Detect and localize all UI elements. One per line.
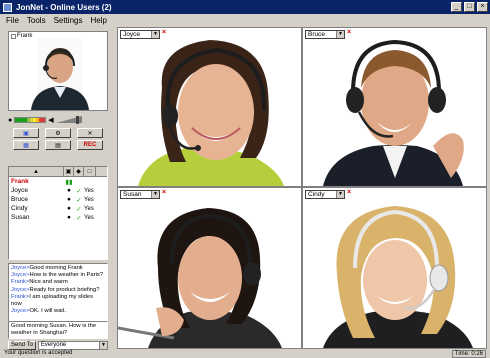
share-icon: ▦ [23,142,29,149]
chevron-down-icon: ▼ [151,31,159,38]
mic-level-meter [14,117,47,123]
video-cell-joyce[interactable]: Joyce ▼ × [118,28,301,186]
menu-tools[interactable]: Tools [27,16,46,25]
status-bar: Your question is accepted Time: 0:26 [0,350,490,358]
user-status: Yes [84,187,94,194]
microphone-icon[interactable]: ● [8,117,12,124]
video-cell-bruce[interactable]: Bruce ▼ × [303,28,486,186]
camera-button[interactable]: ▣ [13,128,39,138]
user-name: Frank [11,178,29,185]
minimize-button[interactable]: _ [451,2,462,12]
user-list-header: ▲ ▣ ◆ □ [9,167,107,177]
user-name: Joyce [11,187,28,194]
user-name: Bruce [11,196,28,203]
video-feed [118,188,301,348]
user-icon: ● [67,205,71,212]
video-cell-susan[interactable]: Susan ▼ × [118,188,301,348]
video-feed [303,188,486,348]
menu-file[interactable]: File [6,16,19,25]
video-cell-cindy[interactable]: Cindy ▼ × [303,188,486,348]
status-message: Your question is accepted [4,350,73,356]
user-name: Cindy [11,205,28,212]
chevron-down-icon: ▼ [336,191,344,198]
mute-icon: ✕ [87,130,93,137]
user-icon: ● [67,187,71,194]
title-bar: JonNet - Online Users (2) _ □ × [0,0,490,14]
user-row[interactable]: Susan ● ✓ Yes [9,213,107,222]
app-icon [3,2,12,12]
menu-settings[interactable]: Settings [54,16,83,25]
user-row[interactable]: Cindy ● ✓ Yes [9,204,107,213]
record-label: REC [83,142,97,148]
menu-help[interactable]: Help [90,16,106,25]
user-status-icon: ▮▮ [65,178,73,186]
checkmark-icon: ✓ [76,196,82,204]
chat-line: Joyce>Good morning Frank [11,265,83,271]
video-user-select[interactable]: Joyce ▼ [120,30,160,39]
settings-icon: ⚙ [55,130,61,137]
user-mic-column[interactable]: ◆ [74,167,84,176]
user-icon: ● [67,214,71,221]
video-user-select[interactable]: Bruce ▼ [305,30,345,39]
mute-button[interactable]: ✕ [77,128,103,138]
chat-input[interactable]: Good morning Susan. How is the weather i… [8,321,108,339]
video-grid: Joyce ▼ × Bruce ▼ × Susan ▼ × Cindy ▼ × [117,27,487,349]
menu-bar: File Tools Settings Help [0,14,490,26]
user-status: Yes [84,205,94,212]
user-name: Susan [11,214,30,221]
chat-line: Joyce>How is the weather in Paris? [11,272,103,279]
self-video-image [31,38,89,110]
user-row[interactable]: Frank ▮▮ [9,177,107,186]
window-title: JonNet - Online Users (2) [16,2,112,12]
user-row[interactable]: Bruce ● ✓ Yes [9,195,107,204]
close-video-icon[interactable]: × [347,189,351,196]
close-button[interactable]: × [477,2,488,12]
close-video-icon[interactable]: × [347,29,351,36]
user-column-icon[interactable]: ▲ [9,167,64,176]
close-video-icon[interactable]: × [162,29,166,36]
video-user-select[interactable]: Cindy ▼ [305,190,345,199]
self-video-preview: Frank [8,31,108,111]
video-feed [118,28,301,186]
maximize-button[interactable]: □ [464,2,475,12]
camera-icon: ▣ [23,130,29,137]
user-flag-column[interactable]: □ [84,167,96,176]
video-feed [303,28,486,186]
video-settings-button[interactable]: ⚙ [45,128,71,138]
chevron-down-icon: ▼ [99,341,107,349]
video-user-select[interactable]: Susan ▼ [120,190,160,199]
checkmark-icon: ✓ [76,214,82,222]
speaker-icon[interactable]: ◀ [48,116,53,124]
user-camera-column[interactable]: ▣ [64,167,74,176]
chevron-down-icon: ▼ [151,191,159,198]
user-icon: ● [67,196,71,203]
chat-line: Frank>Nice and warm [11,279,68,286]
status-time: Time: 0:26 [451,350,486,358]
user-list: ▲ ▣ ◆ □ Frank ▮▮ Joyce ● ✓ Yes Bruce ● ✓… [8,166,108,260]
checkmark-icon: ✓ [76,187,82,195]
share-button[interactable]: ▦ [13,140,39,150]
whiteboard-icon: ▤ [55,142,61,149]
checkmark-icon: ✓ [76,205,82,213]
send-to-button[interactable]: Send To [8,340,36,350]
user-row[interactable]: Joyce ● ✓ Yes [9,186,107,195]
recipient-select[interactable]: Everyone ▼ [37,340,108,350]
recipient-value: Everyone [40,342,67,348]
self-checkbox[interactable] [11,33,16,39]
chevron-down-icon: ▼ [336,31,344,38]
chat-line: Joyce>Ready for product briefing? [11,286,100,293]
chat-line: Frank>I am uploading my slides now [11,293,94,308]
user-status: Yes [84,196,94,203]
close-video-icon[interactable]: × [162,189,166,196]
user-status: Yes [84,214,94,221]
record-button[interactable]: REC [77,140,103,150]
chat-line: Joyce>OK. I will wait. [11,308,66,315]
self-name: Frank [17,33,33,39]
whiteboard-button[interactable]: ▤ [45,140,71,150]
left-panel: Frank ● ◀ ▣ ⚙ ✕ ▦ ▤ REC ▲ ▣ ◆ □ Frank ▮▮… [5,27,111,352]
volume-slider[interactable] [55,116,82,124]
